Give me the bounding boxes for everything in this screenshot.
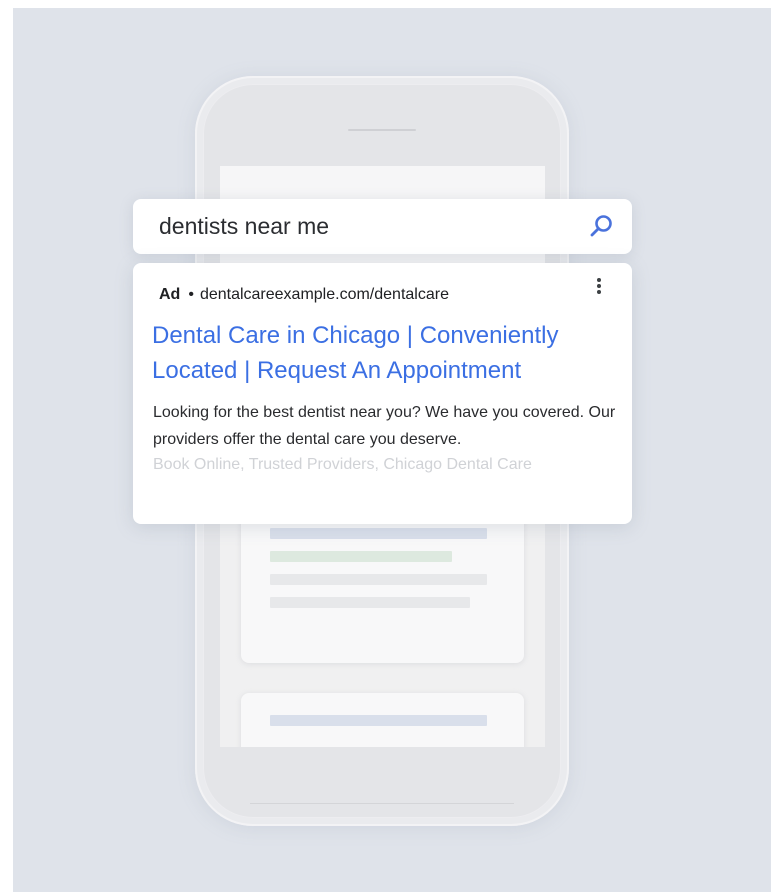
search-ad-card[interactable]: Ad • dentalcareexample.com/dentalcare Dent… bbox=[133, 263, 632, 524]
skeleton-url-line bbox=[270, 551, 452, 562]
result-placeholder-card bbox=[241, 506, 524, 663]
ad-extensions: Book Online, Trusted Providers, Chicago … bbox=[153, 456, 532, 473]
phone-speaker bbox=[348, 129, 416, 131]
result-placeholder-card bbox=[241, 693, 524, 747]
skeleton-text-line bbox=[270, 597, 470, 608]
ad-badge: Ad bbox=[159, 286, 181, 303]
ad-meta-line: Ad • dentalcareexample.com/dentalcare bbox=[159, 284, 449, 306]
search-icon[interactable] bbox=[587, 212, 615, 240]
skeleton-title-line bbox=[270, 528, 487, 539]
skeleton-title-line bbox=[270, 715, 487, 726]
ad-description: Looking for the best dentist near you? W… bbox=[153, 404, 616, 448]
more-vert-icon[interactable] bbox=[590, 277, 608, 297]
ad-separator: • bbox=[188, 286, 194, 303]
search-bar[interactable]: dentists near me bbox=[133, 199, 632, 254]
skeleton-text-line bbox=[270, 574, 487, 585]
ad-display-url: dentalcareexample.com/dentalcare bbox=[199, 286, 449, 303]
phone-home-bar bbox=[250, 803, 514, 804]
ad-headline-link[interactable]: Dental Care in Chicago | Conveniently Lo… bbox=[152, 318, 602, 388]
search-input[interactable]: dentists near me bbox=[159, 212, 329, 240]
